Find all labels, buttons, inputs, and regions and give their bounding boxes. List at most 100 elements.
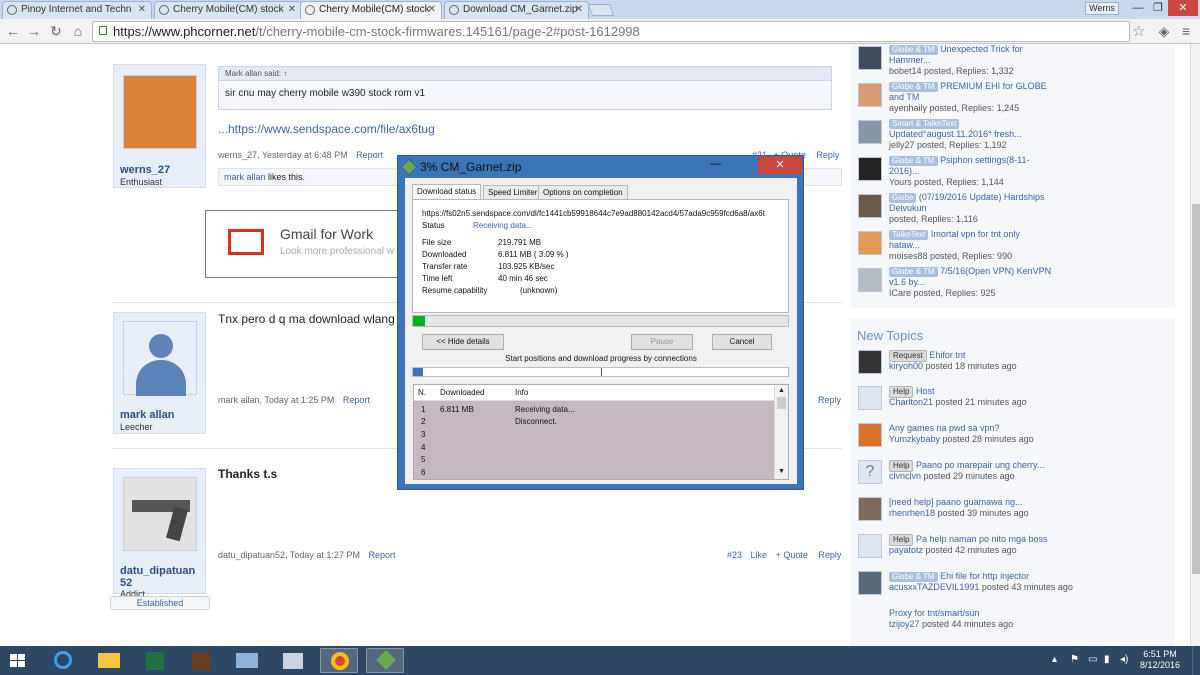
tab-options-completion[interactable]: Options on completion (538, 185, 628, 200)
avatar[interactable] (123, 321, 197, 396)
tab-download-status[interactable]: Download status (412, 184, 482, 200)
chrome-icon[interactable] (320, 648, 358, 673)
taskbar-clock[interactable]: 6:51 PM 8/12/2016 (1140, 649, 1180, 671)
post-author-time[interactable]: datu_dipatuan52, Today at 1:27 PM (218, 550, 360, 560)
new-topic-item[interactable]: Proxy for tnt/smart/sun tzijoy27 posted … (858, 608, 1178, 630)
post-author-time[interactable]: mark allan, Today at 1:25 PM (218, 395, 334, 405)
network-icon[interactable]: ▮ (1104, 654, 1110, 665)
connections-list[interactable]: N. Downloaded Info 1 6.811 MB Receiving … (413, 384, 789, 480)
tab-cherry-mobile-1[interactable]: Cherry Mobile(CM) stock ✕ (154, 1, 302, 19)
list-scrollbar[interactable]: ▲ ▼ (774, 385, 788, 479)
tab-pinoy-internet[interactable]: Pinoy Internet and Techn ✕ (2, 1, 152, 19)
tray-show-hidden-icon[interactable]: ▴ (1052, 654, 1057, 665)
sendspace-link[interactable]: ...https://www.sendspace.com/file/ax6tug (218, 122, 435, 136)
username[interactable]: werns_27 (120, 164, 170, 176)
home-icon[interactable]: ⌂ (69, 22, 87, 40)
windows-start-icon[interactable] (10, 654, 26, 668)
quote-link[interactable]: + Quote (776, 550, 808, 560)
new-topic-item[interactable]: Help Host Charlton21 posted 21 minutes a… (858, 386, 1178, 410)
report-link[interactable]: Report (368, 550, 395, 560)
show-desktop-button[interactable] (1192, 646, 1200, 675)
topic-author[interactable]: clvnclvn (889, 471, 921, 481)
col-n[interactable]: N. (418, 388, 426, 397)
col-info[interactable]: Info (515, 388, 528, 397)
col-downloaded[interactable]: Downloaded (440, 388, 484, 397)
sidebar-thread[interactable]: TalknText Imortal vpn for tnt only hataw… (858, 229, 1178, 263)
gmail-ad[interactable]: Gmail for Work Look more professional w (205, 210, 405, 278)
close-tab-icon[interactable]: ✕ (138, 2, 146, 18)
reload-icon[interactable]: ↻ (47, 22, 65, 40)
movie-maker-icon[interactable] (182, 648, 220, 673)
profile-button[interactable]: Werns (1085, 2, 1119, 15)
new-topic-item[interactable]: Help Pa help naman po nito mga boss paya… (858, 534, 1178, 558)
sidebar-thread[interactable]: Globe & TM Psiphon settings(8-11- 2016).… (858, 155, 1178, 189)
new-topic-item[interactable]: Request Ehifor tnt kiryoh00 posted 18 mi… (858, 350, 1178, 374)
topic-author[interactable]: tzijoy27 (889, 619, 920, 629)
close-window-icon[interactable]: ✕ (1168, 0, 1198, 16)
tab-cherry-mobile-active[interactable]: Cherry Mobile(CM) stock ✕ (300, 1, 442, 19)
post-number[interactable]: #23 (727, 550, 742, 560)
minimize-dialog-icon[interactable]: — (710, 158, 721, 170)
address-bar[interactable]: https://www.phcorner.net/t/cherry-mobile… (92, 21, 1130, 42)
report-link[interactable]: Report (356, 150, 383, 160)
username[interactable]: mark allan (120, 409, 174, 421)
sidebar-thread[interactable]: Smart & TalknText Updated°august.11.2016… (858, 118, 1178, 152)
topic-author[interactable]: Yumzkybaby (889, 434, 940, 444)
back-icon[interactable]: ← (4, 22, 22, 40)
topic-author[interactable]: kiryoh00 (889, 361, 923, 371)
hide-details-button[interactable]: << Hide details (422, 334, 504, 350)
topic-author[interactable]: payatotz (889, 545, 923, 555)
page-scrollbar[interactable] (1190, 44, 1200, 646)
avatar[interactable] (123, 75, 197, 149)
new-topic-item[interactable]: Globe & TM Ehi file for http injector ac… (858, 571, 1178, 595)
reply-link[interactable]: Reply (816, 150, 839, 160)
scroll-thumb[interactable] (777, 397, 786, 409)
flag-icon[interactable]: ⚑ (1070, 654, 1079, 665)
report-link[interactable]: Report (343, 395, 370, 405)
scrollbar-thumb[interactable] (1192, 204, 1200, 574)
sidebar-thread[interactable]: Globe & TM PREMIUM EHI for GLOBE and TM … (858, 81, 1178, 115)
username[interactable]: datu_dipatuan (120, 565, 195, 577)
reply-link[interactable]: Reply (818, 395, 841, 405)
sidebar-thread[interactable]: Globe & TM 7/5/16(Open VPN) KenVPN v1.6 … (858, 266, 1178, 300)
close-tab-icon[interactable]: ✕ (288, 2, 296, 18)
menu-icon[interactable]: ≡ (1177, 22, 1195, 40)
topic-author[interactable]: rhenrhen18 (889, 508, 935, 518)
remote-desktop-icon[interactable] (228, 648, 266, 673)
pause-button[interactable]: Pause (631, 334, 693, 350)
file-explorer-icon[interactable] (90, 648, 128, 673)
extension-icon[interactable]: ◈ (1155, 22, 1173, 40)
tab-download-garnet[interactable]: Download CM_Garnet.zip ✕ (444, 1, 589, 19)
like-link[interactable]: Like (751, 550, 768, 560)
forward-icon[interactable]: → (25, 22, 43, 40)
close-tab-icon[interactable]: ✕ (428, 2, 436, 18)
new-topic-item[interactable]: ? Help Paano po marepair ung cherry... c… (858, 460, 1178, 484)
liker-link[interactable]: mark allan (224, 172, 266, 182)
topic-author[interactable]: acusxxTAZDEVIL1991 (889, 582, 979, 592)
close-dialog-icon[interactable]: ✕ (758, 156, 802, 174)
restore-icon[interactable]: ❐ (1148, 0, 1168, 16)
scroll-down-icon[interactable]: ▼ (778, 468, 785, 475)
bookmark-star-icon[interactable]: ☆ (1132, 22, 1145, 40)
download-manager-taskbar-icon[interactable] (366, 648, 404, 673)
cancel-button[interactable]: Cancel (712, 334, 772, 350)
close-tab-icon[interactable]: ✕ (575, 2, 583, 18)
monitor-icon[interactable]: ▭ (1088, 654, 1097, 665)
sidebar-thread[interactable]: Globe & TM Unexpected Trick for Hammer..… (858, 44, 1178, 78)
username-suffix[interactable]: 52 (120, 577, 132, 589)
quote-header[interactable]: Mark allan said: ↑ (219, 67, 831, 81)
avatar[interactable] (123, 477, 197, 551)
reply-link[interactable]: Reply (818, 550, 841, 560)
new-tab-button[interactable] (587, 4, 615, 16)
photos-icon[interactable] (274, 648, 312, 673)
excel-icon[interactable] (136, 648, 174, 673)
sidebar-thread[interactable]: Globe (07/19/2016 Update) Hardships Deiv… (858, 192, 1178, 226)
internet-explorer-icon[interactable] (44, 648, 82, 673)
minimize-icon[interactable]: — (1128, 0, 1148, 16)
scroll-up-icon[interactable]: ▲ (778, 387, 785, 394)
tab-speed-limiter[interactable]: Speed Limiter (483, 185, 543, 200)
new-topic-item[interactable]: Any games na pwd sa vpn? Yumzkybaby post… (858, 423, 1178, 447)
new-topic-item[interactable]: [need help] paano guamawa ng... rhenrhen… (858, 497, 1178, 521)
post-author-time[interactable]: werns_27, Yesterday at 6:48 PM (218, 150, 348, 160)
volume-icon[interactable]: ◂) (1120, 654, 1128, 665)
